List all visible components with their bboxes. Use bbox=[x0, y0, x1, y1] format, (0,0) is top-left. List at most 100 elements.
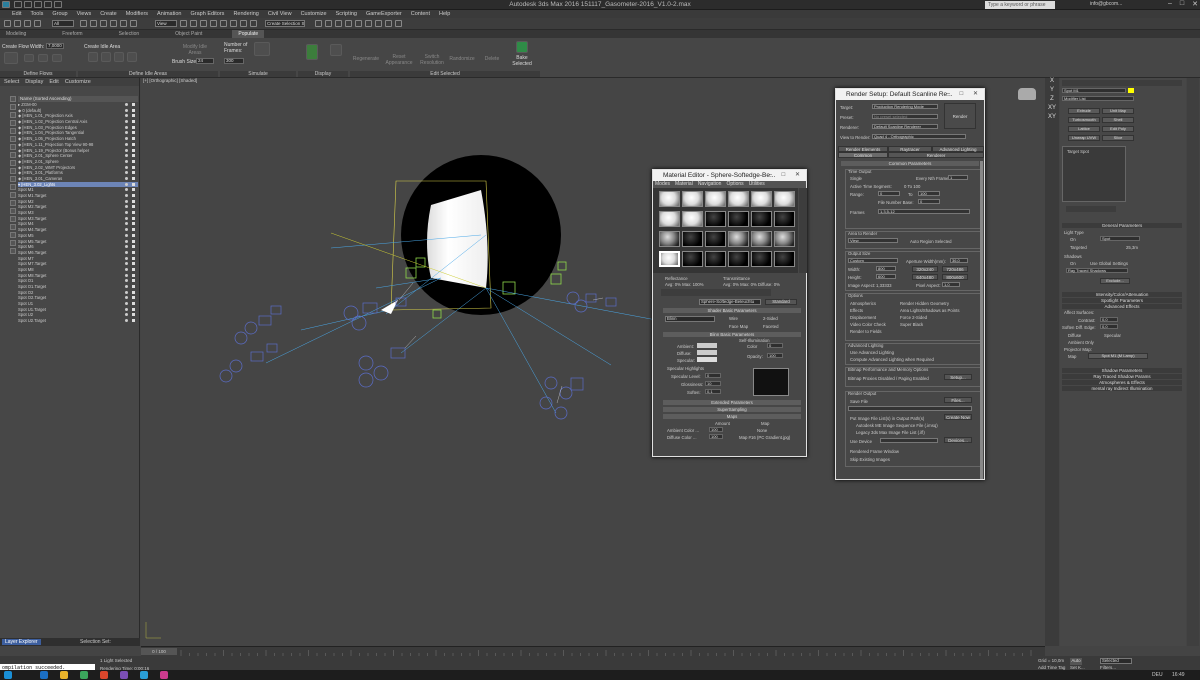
toolbar-tool-21-icon[interactable] bbox=[335, 20, 342, 27]
specular-level-input[interactable]: 0 bbox=[705, 373, 721, 378]
render-hidden-checkbox[interactable]: Render Hidden Geometry bbox=[900, 301, 949, 306]
visibility-icon[interactable] bbox=[125, 131, 128, 135]
atmospheres-effects-rollout[interactable]: Atmospheres & Effects bbox=[1062, 380, 1182, 385]
toolbar-tool-4-icon[interactable] bbox=[34, 20, 41, 27]
render-toggle-icon[interactable] bbox=[132, 245, 135, 249]
language-indicator[interactable]: DEU bbox=[1152, 672, 1163, 678]
visibility-icon[interactable] bbox=[125, 108, 128, 112]
ambient-amount-input[interactable]: 100 bbox=[709, 427, 723, 432]
render-toggle-icon[interactable] bbox=[132, 114, 135, 118]
area-lights-checkbox[interactable]: Area Lights/Shadows as Points bbox=[900, 308, 959, 313]
idle-tool-3-button[interactable] bbox=[114, 52, 124, 62]
super-black-checkbox[interactable]: Super Black bbox=[900, 322, 923, 327]
explorer-filter-7-icon[interactable] bbox=[10, 144, 16, 150]
bitmap-setup-button[interactable]: Setup... bbox=[944, 374, 972, 380]
explorer-filter-16-icon[interactable] bbox=[10, 216, 16, 222]
stack-item-target-spot[interactable]: Target Spot bbox=[1067, 149, 1089, 154]
explorer-filter-12-icon[interactable] bbox=[10, 184, 16, 190]
explorer-filter-5-icon[interactable] bbox=[10, 128, 16, 134]
modifier-button-shell[interactable]: Shell bbox=[1102, 117, 1134, 123]
viewport[interactable]: [+] [Orthographic] [Shaded] Material Edi… bbox=[141, 78, 1045, 646]
device-field[interactable] bbox=[880, 438, 938, 443]
modifier-button-edit-poly[interactable]: Edit Poly bbox=[1102, 126, 1134, 132]
toolbar-tool-26-icon[interactable] bbox=[385, 20, 392, 27]
menu-animation[interactable]: Animation bbox=[157, 10, 181, 18]
render-toggle-icon[interactable] bbox=[132, 307, 135, 311]
ribbon-tab-freeform[interactable]: Freeform bbox=[56, 30, 88, 38]
visibility-icon[interactable] bbox=[125, 148, 128, 152]
displacement-checkbox[interactable]: Displacement bbox=[850, 315, 876, 320]
visibility-icon[interactable] bbox=[125, 176, 128, 180]
frames-input[interactable]: 1,3,5-12 bbox=[878, 209, 970, 214]
flow-tool-1-button[interactable] bbox=[24, 54, 34, 62]
ray-shadow-params-rollout[interactable]: Ray Traced Shadow Params bbox=[1062, 374, 1182, 379]
common-params-rollout[interactable]: Common Parameters bbox=[841, 161, 979, 166]
modify-idle-areas-button[interactable]: Modify Idle Areas bbox=[180, 44, 210, 56]
range-radio[interactable]: Range: bbox=[850, 192, 864, 197]
glossiness-input[interactable]: 10 bbox=[705, 381, 721, 386]
menu-create[interactable]: Create bbox=[100, 10, 117, 18]
toolbar-tool-23-icon[interactable] bbox=[355, 20, 362, 27]
ambient-only-checkbox[interactable]: Ambient Only bbox=[1068, 340, 1094, 345]
simulate-button[interactable] bbox=[254, 42, 270, 56]
render-toggle-icon[interactable] bbox=[132, 125, 135, 129]
sample-slot[interactable] bbox=[751, 251, 772, 267]
render-toggle-icon[interactable] bbox=[132, 262, 135, 266]
skip-existing-checkbox[interactable]: Skip Existing Images bbox=[850, 457, 890, 462]
visibility-icon[interactable] bbox=[125, 245, 128, 249]
render-toggle-icon[interactable] bbox=[132, 171, 135, 175]
toolbar-tool-18-icon[interactable] bbox=[250, 20, 257, 27]
toolbar-tool-17-icon[interactable] bbox=[240, 20, 247, 27]
explorer-filter-11-icon[interactable] bbox=[10, 176, 16, 182]
toolbar-tool-16-icon[interactable] bbox=[230, 20, 237, 27]
menu-civil-view[interactable]: Civil View bbox=[268, 10, 292, 18]
render-toggle-icon[interactable] bbox=[132, 205, 135, 209]
visibility-icon[interactable] bbox=[125, 182, 128, 186]
explorer-filter-6-icon[interactable] bbox=[10, 136, 16, 142]
reference-coordinate-dropdown[interactable]: View bbox=[155, 20, 177, 27]
menu-graph-editors[interactable]: Graph Editors bbox=[191, 10, 225, 18]
pixel-aspect-input[interactable]: 1,0 bbox=[942, 282, 960, 287]
sample-slot[interactable] bbox=[659, 251, 680, 267]
video-color-check-checkbox[interactable]: Video Color Check bbox=[850, 322, 886, 327]
toolbar-tool-2-icon[interactable] bbox=[14, 20, 21, 27]
extended-params-rollout[interactable]: Extended Parameters bbox=[663, 400, 801, 405]
object-name-input[interactable]: Spot M1 bbox=[1062, 88, 1126, 93]
file-number-base-input[interactable]: 0 bbox=[918, 199, 940, 204]
render-toggle-icon[interactable] bbox=[132, 142, 135, 146]
render-toggle-icon[interactable] bbox=[132, 228, 135, 232]
advanced-effects-rollout[interactable]: Advanced Effects bbox=[1062, 304, 1182, 309]
mental-ray-rollout[interactable]: mental ray Indirect Illumination bbox=[1062, 386, 1182, 391]
taskbar-app-3-icon[interactable] bbox=[80, 671, 88, 679]
maps-rollout[interactable]: Maps bbox=[663, 414, 801, 419]
auto-key-button[interactable]: Auto bbox=[1070, 658, 1082, 665]
sample-slot[interactable] bbox=[728, 211, 749, 227]
render-toggle-icon[interactable] bbox=[132, 290, 135, 294]
taskbar-app-4-icon[interactable] bbox=[100, 671, 108, 679]
taskbar-app-6-icon[interactable] bbox=[140, 671, 148, 679]
visibility-icon[interactable] bbox=[125, 256, 128, 260]
render-toggle-icon[interactable] bbox=[132, 120, 135, 124]
render-toggle-icon[interactable] bbox=[132, 250, 135, 254]
menu-scripting[interactable]: Scripting bbox=[336, 10, 357, 18]
switch-resolution-button[interactable]: Switch Resolution bbox=[418, 54, 446, 66]
sample-slot[interactable] bbox=[751, 211, 772, 227]
ribbon-tab-populate[interactable]: Populate bbox=[232, 30, 265, 38]
render-toggle-icon[interactable] bbox=[132, 279, 135, 283]
toolbar-tool-12-icon[interactable] bbox=[190, 20, 197, 27]
sample-slot[interactable] bbox=[705, 211, 726, 227]
range-to-input[interactable]: 100 bbox=[918, 191, 940, 196]
flow-tool-3-button[interactable] bbox=[52, 54, 62, 62]
explorer-filter-19-icon[interactable] bbox=[10, 240, 16, 246]
selection-set-label[interactable]: Selection Set: bbox=[80, 639, 111, 645]
tab-renderer[interactable]: Renderer bbox=[888, 152, 984, 158]
view-xy-icon[interactable]: XY bbox=[1045, 105, 1059, 114]
devices-button[interactable]: Devices... bbox=[944, 437, 972, 443]
soften-input[interactable]: 0,1 bbox=[705, 389, 721, 394]
put-image-list-checkbox[interactable]: Put Image File List(s) in Output Path(s) bbox=[850, 416, 924, 421]
render-setup-scrollbar[interactable] bbox=[980, 161, 983, 479]
ambient-map-button[interactable]: None bbox=[757, 428, 767, 433]
visibility-icon[interactable] bbox=[125, 222, 128, 226]
render-toggle-icon[interactable] bbox=[132, 103, 135, 106]
user-account[interactable]: info@gbcom... bbox=[1090, 1, 1122, 7]
